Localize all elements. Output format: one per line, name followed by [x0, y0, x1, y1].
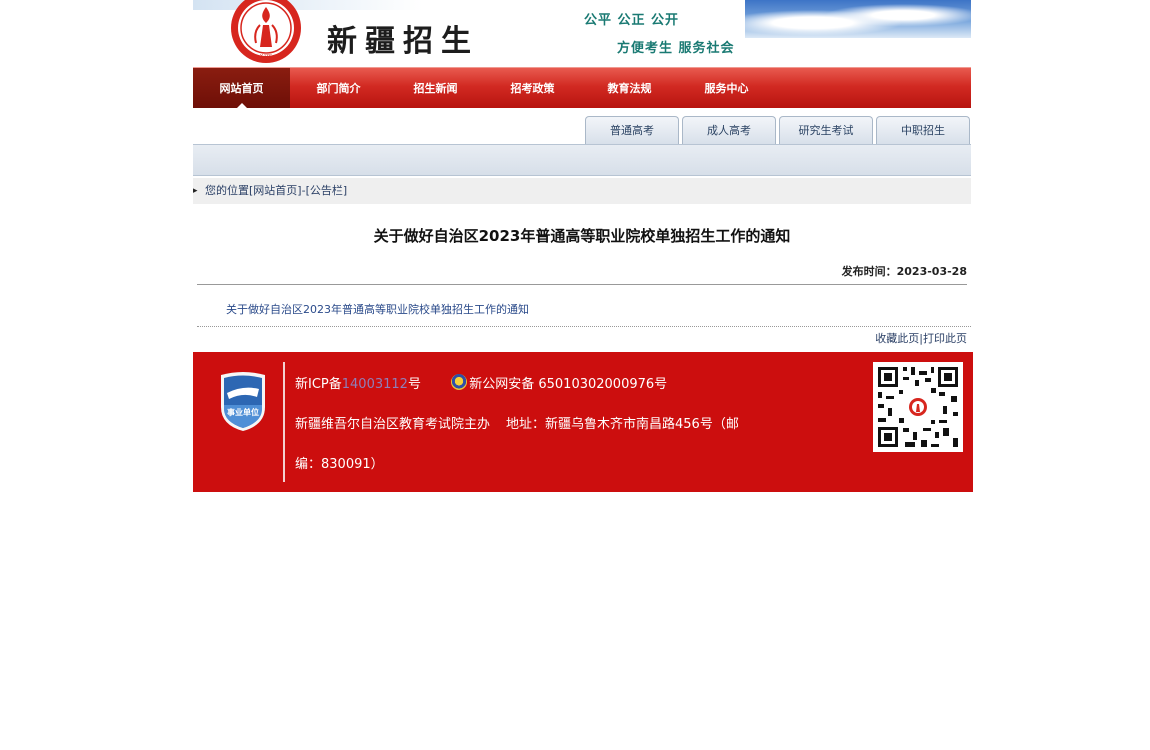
- icp-number-link[interactable]: 14003112: [342, 377, 408, 392]
- bookmark-link[interactable]: 收藏此页: [875, 332, 919, 345]
- footer-divider: [283, 362, 285, 482]
- breadcrumb-prefix: 您的位置: [205, 184, 249, 197]
- nav-item-department[interactable]: 部门简介: [290, 68, 387, 108]
- header-banner: XJZS 新疆招生 公平 公正 公开 方便考生 服务社会: [193, 0, 971, 67]
- footer-address-line: 新疆维吾尔自治区教育考试院主办 地址：新疆乌鲁木齐市南昌路456号（邮: [295, 413, 739, 432]
- police-badge-icon: [451, 374, 468, 390]
- article-title: 关于做好自治区2023年普通高等职业院校单独招生工作的通知: [373, 227, 791, 245]
- print-link[interactable]: 打印此页: [923, 332, 967, 345]
- nav-item-service-center[interactable]: 服务中心: [678, 68, 775, 108]
- footer-record-line: 新ICP备14003112号 新公网安备 65010302000976号: [295, 373, 667, 392]
- breadcrumb-section-link[interactable]: [公告栏]: [306, 184, 348, 197]
- address-text: 地址：新疆乌鲁木齐市南昌路456号（邮: [506, 417, 739, 432]
- breadcrumb-home-link[interactable]: [网站首页]: [249, 184, 302, 197]
- nav-item-home[interactable]: 网站首页: [193, 68, 290, 108]
- icp-suffix: 号: [407, 377, 421, 392]
- tab-graduate-exam[interactable]: 研究生考试: [779, 116, 873, 144]
- qr-code-icon[interactable]: [873, 362, 963, 452]
- tab-vocational-enrollment[interactable]: 中职招生: [876, 116, 970, 144]
- article-meta: 发布时间：2023-03-28: [197, 257, 967, 285]
- publish-time: 发布时间：2023-03-28: [841, 265, 967, 278]
- footer-postcode-line: 编：830091）: [295, 457, 384, 472]
- slogan-service: 方便考生 服务社会: [617, 41, 735, 56]
- site-title: 新疆招生: [327, 24, 479, 59]
- page: XJZS 新疆招生 公平 公正 公开 方便考生 服务社会 网站首页 部门简介 招…: [193, 0, 973, 492]
- bullet-icon: ▸: [193, 186, 198, 196]
- breadcrumb-text: 您的位置[网站首页]-[公告栏]: [205, 178, 347, 204]
- sky-decoration-right: [745, 0, 971, 38]
- nav-item-policy[interactable]: 招考政策: [484, 68, 581, 108]
- icp-prefix: 新ICP备: [295, 377, 342, 392]
- site-logo-icon[interactable]: XJZS: [229, 0, 303, 65]
- dotted-divider: [197, 325, 971, 327]
- badge-label: 事业单位: [227, 407, 259, 417]
- nav-item-news[interactable]: 招生新闻: [387, 68, 484, 108]
- main-nav: 网站首页 部门简介 招生新闻 招考政策 教育法规 服务中心: [193, 67, 971, 108]
- footer: 事业单位 新ICP备14003112号 新公网安备 65010302000976…: [193, 352, 973, 492]
- tab-general-gaokao[interactable]: 普通高考: [585, 116, 679, 144]
- institution-badge-icon[interactable]: 事业单位: [217, 371, 269, 433]
- nav-item-regulations[interactable]: 教育法规: [581, 68, 678, 108]
- svg-text:XJZS: XJZS: [260, 54, 273, 60]
- attachment-link[interactable]: 关于做好自治区2023年普通高等职业院校单独招生工作的通知: [226, 301, 971, 316]
- sky-decoration-left: [193, 0, 423, 10]
- exam-tabs: 普通高考 成人高考 研究生考试 中职招生: [193, 108, 971, 144]
- police-record-link[interactable]: 新公网安备 65010302000976号: [469, 377, 667, 392]
- slogan-fairness: 公平 公正 公开: [584, 13, 680, 28]
- organizer-text: 新疆维吾尔自治区教育考试院主办: [295, 417, 491, 432]
- breadcrumb: ▸ 您的位置[网站首页]-[公告栏]: [193, 178, 971, 204]
- page-actions: 收藏此页|打印此页: [193, 330, 967, 348]
- tab-adult-gaokao[interactable]: 成人高考: [682, 116, 776, 144]
- sub-nav-bar: [193, 144, 971, 176]
